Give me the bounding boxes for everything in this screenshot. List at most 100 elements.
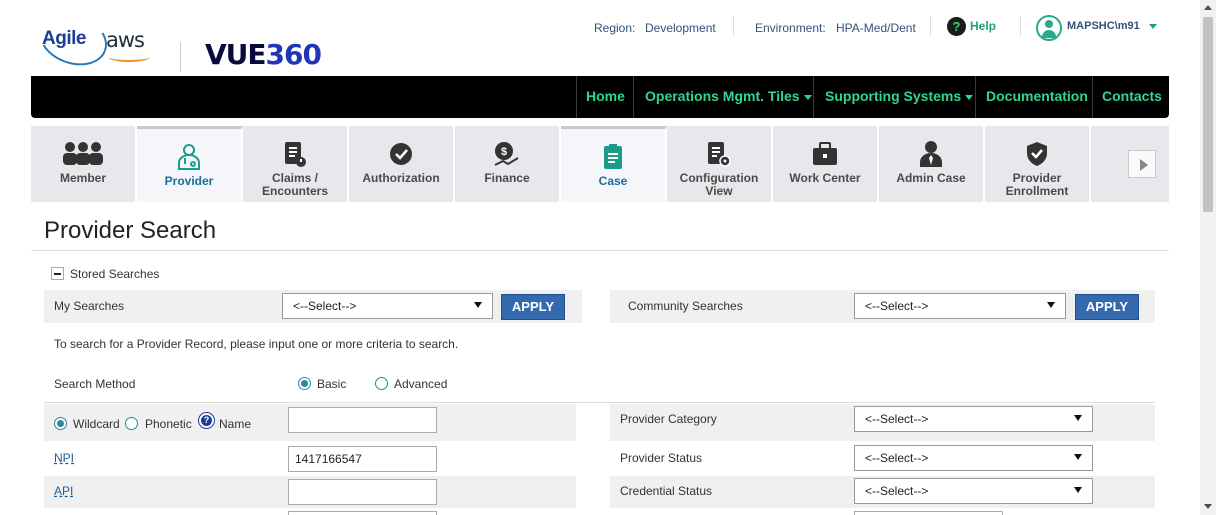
- help-icon[interactable]: ?: [947, 17, 966, 36]
- help-link[interactable]: Help: [970, 19, 996, 33]
- name-label: Name: [219, 417, 252, 431]
- tile-member[interactable]: Member: [31, 126, 137, 202]
- community-searches-apply-button[interactable]: APPLY: [1075, 294, 1139, 320]
- claims-icon: [285, 142, 306, 167]
- tile-admin-case[interactable]: Admin Case: [879, 126, 985, 202]
- wildcard-radio[interactable]: [54, 417, 67, 430]
- tile-label: Provider Enrollment: [1005, 171, 1069, 198]
- provider-category-label: Provider Category: [620, 412, 717, 426]
- module-tiles: Member Provider Claims / Encounters Auth…: [31, 126, 1169, 202]
- tile-provider[interactable]: Provider: [137, 126, 243, 202]
- collapse-toggle-icon[interactable]: [51, 267, 64, 280]
- nav-home[interactable]: Home: [586, 76, 625, 118]
- scroll-thumb[interactable]: [1203, 17, 1213, 212]
- environment-label: Environment:: [755, 21, 826, 35]
- logo-divider: [180, 42, 181, 72]
- community-searches-select[interactable]: <--Select-->: [854, 293, 1066, 319]
- wildcard-radio-label[interactable]: Wildcard: [73, 417, 120, 431]
- tile-case[interactable]: Case: [561, 126, 667, 202]
- vue360-logo: VUE360: [205, 38, 322, 71]
- next-row-input[interactable]: [854, 511, 1003, 515]
- nav-documentation[interactable]: Documentation: [986, 76, 1088, 118]
- nav-divider: [813, 76, 814, 118]
- phonetic-radio-label[interactable]: Phonetic: [145, 417, 192, 431]
- region-label: Region:: [594, 21, 636, 35]
- agile-logo: Agile: [42, 28, 86, 49]
- tile-provider-enrollment[interactable]: Provider Enrollment: [985, 126, 1091, 202]
- credential-status-label: Credential Status: [620, 484, 713, 498]
- page-title: Provider Search: [44, 217, 217, 244]
- tile-label: Work Center: [789, 171, 861, 185]
- nav-supporting-systems[interactable]: Supporting Systems: [825, 76, 974, 118]
- chevron-down-icon: [803, 94, 812, 100]
- tiles-next-button[interactable]: [1128, 150, 1156, 178]
- search-instructions: To search for a Provider Record, please …: [54, 337, 459, 351]
- users-icon: [63, 142, 103, 165]
- aws-smile-icon: [108, 52, 150, 62]
- help-question-icon[interactable]: ?: [199, 413, 214, 428]
- credential-status-select[interactable]: <--Select-->: [854, 478, 1093, 504]
- api-input[interactable]: [288, 479, 437, 505]
- tile-label: Configuration View: [679, 171, 759, 198]
- admin-icon: [920, 141, 942, 167]
- next-row-input[interactable]: [288, 511, 437, 515]
- doctor-icon: [178, 144, 200, 170]
- tile-finance[interactable]: $ Finance: [455, 126, 561, 202]
- finance-icon: $: [494, 142, 519, 166]
- svg-text:$: $: [501, 146, 507, 158]
- header-divider: [930, 16, 931, 36]
- tile-label: Claims / Encounters: [261, 171, 328, 198]
- api-label[interactable]: API: [54, 484, 73, 498]
- name-input[interactable]: [288, 407, 437, 433]
- environment-value: HPA-Med/Dent: [836, 21, 916, 35]
- advanced-radio[interactable]: [375, 377, 388, 390]
- briefcase-icon: [813, 142, 837, 165]
- nav-contacts[interactable]: Contacts: [1102, 76, 1162, 118]
- npi-label[interactable]: NPI: [54, 451, 74, 465]
- vue-text: VUE: [205, 38, 267, 71]
- tile-claims-encounters[interactable]: Claims / Encounters: [243, 126, 349, 202]
- nav-divider: [975, 76, 976, 118]
- provider-status-label: Provider Status: [620, 451, 703, 465]
- tile-work-center[interactable]: Work Center: [773, 126, 879, 202]
- check-circle-icon: [390, 143, 412, 165]
- main-navbar: Home Operations Mgmt. Tiles Supporting S…: [31, 76, 1169, 118]
- nav-divider: [633, 76, 634, 118]
- title-divider: [31, 250, 1169, 251]
- scroll-down-arrow-icon[interactable]: [1204, 504, 1212, 509]
- chevron-down-icon: [1148, 23, 1157, 29]
- scroll-up-arrow-icon[interactable]: [1204, 5, 1212, 10]
- my-searches-label: My Searches: [54, 299, 125, 313]
- clipboard-icon: [604, 144, 622, 169]
- user-menu[interactable]: MAPSHC\m91: [1067, 20, 1157, 32]
- tile-configuration-view[interactable]: Configuration View: [667, 126, 773, 202]
- my-searches-apply-button[interactable]: APPLY: [501, 294, 565, 320]
- tile-authorization[interactable]: Authorization: [349, 126, 455, 202]
- tile-label: Authorization: [362, 171, 440, 185]
- basic-radio-label[interactable]: Basic: [317, 377, 346, 391]
- tile-label: Case: [598, 174, 628, 188]
- provider-status-select[interactable]: <--Select-->: [854, 445, 1093, 471]
- page-scrollbar[interactable]: [1200, 0, 1216, 515]
- tile-label: Member: [59, 171, 106, 185]
- provider-category-select[interactable]: <--Select-->: [854, 406, 1093, 432]
- stored-searches-label: Stored Searches: [70, 267, 160, 281]
- aws-logo: aws: [106, 28, 145, 52]
- my-searches-select[interactable]: <--Select-->: [282, 293, 493, 319]
- npi-input[interactable]: 1417166547: [288, 446, 437, 472]
- app-header: Agile aws VUE360 Region: Development Env…: [0, 0, 1200, 76]
- tile-label: Admin Case: [896, 171, 966, 185]
- phonetic-radio[interactable]: [125, 417, 138, 430]
- vue-num: 360: [265, 38, 322, 71]
- user-avatar-icon[interactable]: [1036, 15, 1062, 41]
- basic-radio[interactable]: [298, 377, 311, 390]
- chevron-down-icon: [965, 94, 974, 100]
- advanced-radio-label[interactable]: Advanced: [394, 377, 447, 391]
- shield-check-icon: [1027, 142, 1047, 166]
- nav-operations-mgmt-tiles[interactable]: Operations Mgmt. Tiles: [645, 76, 812, 118]
- config-doc-icon: [708, 142, 731, 167]
- user-name: MAPSHC\m91: [1067, 20, 1140, 32]
- search-method-label: Search Method: [54, 377, 136, 391]
- region-value: Development: [645, 21, 716, 35]
- nav-divider: [1092, 76, 1093, 118]
